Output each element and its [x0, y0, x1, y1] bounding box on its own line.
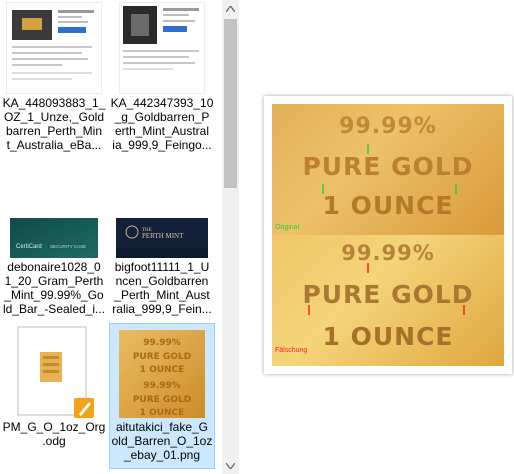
file-item[interactable]: CertiCard SECURITY CASE debonaire1028_0 … — [2, 164, 106, 324]
file-name-line: ncen_Goldbarren — [115, 274, 209, 288]
file-name-label: KA_448093883_1_ OZ_1_Unze,_Gold barren_P… — [2, 96, 106, 152]
svg-text:PURE GOLD: PURE GOLD — [133, 395, 191, 405]
file-item[interactable]: PM_G_O_1oz_Org .odg — [2, 324, 106, 474]
file-name-label: debonaire1028_0 1_20_Gram_Perth _Mint_99… — [2, 260, 106, 316]
certicard-photo-thumbnail: CertiCard SECURITY CASE — [10, 218, 98, 258]
file-name-line: KA_448093883_1_ — [2, 96, 106, 110]
webpage-screenshot-thumbnail — [6, 2, 102, 94]
file-thumbnail — [110, 0, 214, 94]
file-name-line: _ebay_01.png — [123, 448, 201, 462]
file-thumbnail — [2, 324, 106, 418]
gold-comparison-thumbnail: 99.99% PURE GOLD 1 OUNCE 99.99% PURE GOL… — [119, 330, 205, 418]
scroll-down-button[interactable] — [222, 457, 239, 474]
svg-text:PERTH MINT: PERTH MINT — [142, 232, 184, 240]
preview-pane: 99.99% PURE GOLD 1 OUNCE Original 99.99%… — [240, 0, 514, 474]
certicard-logo-text: CertiCard — [16, 244, 42, 250]
file-thumbnail: THE PERTH MINT — [110, 164, 214, 258]
original-markers — [322, 144, 457, 194]
file-name-line: erth_Mint_Austral — [114, 124, 210, 138]
fake-caption: Fälschung — [275, 347, 308, 354]
file-name-line: old_Barren_O_1oz — [111, 434, 213, 448]
fake-bar-image: 99.99% PURE GOLD 1 OUNCE Fälschung — [272, 235, 504, 366]
webpage-screenshot-thumbnail — [119, 2, 205, 94]
chevron-down-icon — [226, 462, 235, 469]
scroll-thumb[interactable] — [224, 19, 237, 188]
file-name-line: _g_Goldbarren_P — [114, 110, 210, 124]
file-thumbnail — [2, 0, 106, 94]
svg-text:1 OUNCE: 1 OUNCE — [140, 408, 185, 418]
file-name-line: bigfoot11111_1_U — [114, 260, 210, 274]
file-name-label: PM_G_O_1oz_Org .odg — [2, 420, 106, 448]
file-thumbnail: CertiCard SECURITY CASE — [2, 164, 106, 258]
file-name-line: .odg — [42, 434, 66, 448]
svg-text:1 OUNCE: 1 OUNCE — [140, 365, 185, 375]
file-thumbnail: 99.99% PURE GOLD 1 OUNCE 99.99% PURE GOL… — [110, 324, 214, 418]
file-name-line: KA_442347393_10 — [110, 96, 214, 110]
file-name-label: aitutakici_fake_G old_Barren_O_1oz _ebay… — [110, 420, 214, 462]
file-name-line: barren_Perth_Min — [5, 124, 103, 138]
svg-text:99.99%: 99.99% — [143, 381, 181, 391]
file-name-line: ld_Bar_-Sealed_i... — [2, 302, 106, 316]
file-list-pane: KA_448093883_1_ OZ_1_Unze,_Gold barren_P… — [0, 0, 222, 474]
file-item[interactable]: THE PERTH MINT bigfoot11111_1_U ncen_Gol… — [110, 164, 214, 324]
original-caption: Original — [275, 224, 300, 231]
file-name-line: debonaire1028_0 — [7, 260, 101, 274]
svg-text:SECURITY CASE: SECURITY CASE — [50, 244, 86, 249]
vertical-scrollbar[interactable] — [222, 0, 239, 474]
file-name-line: OZ_1_Unze,_Gold — [3, 110, 105, 124]
svg-text:PURE GOLD: PURE GOLD — [133, 352, 191, 362]
file-name-line: _Mint_99.99%_Go — [4, 288, 104, 302]
svg-text:99.99%: 99.99% — [143, 338, 181, 348]
odg-document-thumbnail — [17, 326, 94, 418]
file-name-line: PM_G_O_1oz_Org — [2, 420, 106, 434]
file-name-label: bigfoot11111_1_U ncen_Goldbarren _Perth_… — [110, 260, 214, 316]
chevron-up-icon — [226, 5, 235, 12]
file-name-line: aitutakici_fake_G — [115, 420, 209, 434]
file-name-label: KA_442347393_10 _g_Goldbarren_P erth_Min… — [110, 96, 214, 152]
file-name-line: t_Australia_eBa... — [6, 138, 102, 152]
file-name-line: ralia_999,9_Fein... — [112, 302, 212, 316]
file-name-line: _Perth_Mint_Aust — [114, 288, 210, 302]
scroll-up-button[interactable] — [222, 0, 239, 17]
original-bar-image: 99.99% PURE GOLD 1 OUNCE Original — [272, 104, 504, 235]
file-name-line: 1_20_Gram_Perth — [4, 274, 104, 288]
file-item-selected[interactable]: 99.99% PURE GOLD 1 OUNCE 99.99% PURE GOL… — [109, 323, 215, 469]
file-name-line: ia_999,9_Feingo... — [112, 138, 212, 152]
perth-mint-photo-thumbnail: THE PERTH MINT — [116, 218, 208, 258]
file-item[interactable]: KA_448093883_1_ OZ_1_Unze,_Gold barren_P… — [2, 0, 106, 160]
file-item[interactable]: KA_442347393_10 _g_Goldbarren_P erth_Min… — [110, 0, 214, 160]
image-preview: 99.99% PURE GOLD 1 OUNCE Original 99.99%… — [264, 96, 512, 374]
